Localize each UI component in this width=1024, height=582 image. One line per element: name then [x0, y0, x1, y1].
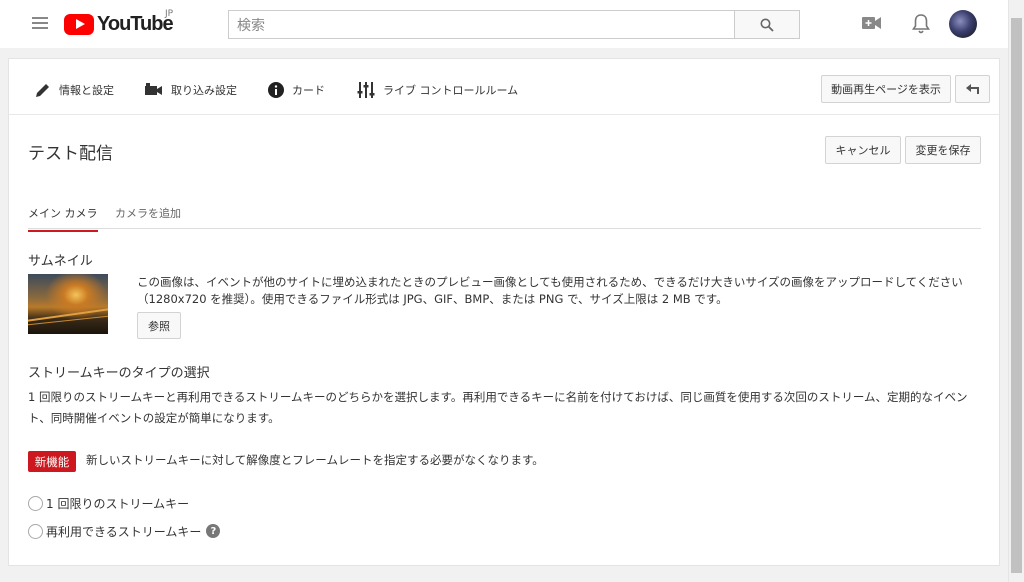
tab-live-control-room-label: ライブ コントロールルーム	[383, 84, 519, 97]
radio-reusable-key-label: 再利用できるストリームキー	[46, 524, 202, 539]
scrollbar[interactable]	[1008, 0, 1024, 582]
tab-ingestion-settings-label: 取り込み設定	[171, 84, 237, 97]
new-feature-text: 新しいストリームキーに対して解像度とフレームレートを指定する必要がなくなります。	[86, 453, 544, 467]
bell-icon[interactable]	[912, 13, 930, 35]
menu-icon[interactable]	[32, 17, 48, 31]
toolbar: 情報と設定 取り込み設定 カード ライブ コントロールルーム 動画再生ページを表…	[9, 59, 999, 115]
avatar[interactable]	[949, 10, 977, 38]
radio-one-time-key[interactable]: 1 回限りのストリームキー	[28, 494, 189, 512]
back-button[interactable]	[955, 75, 990, 103]
scrollbar-thumb[interactable]	[1011, 18, 1022, 573]
logo-region: JP	[165, 9, 174, 19]
tab-add-camera[interactable]: カメラを追加	[115, 205, 181, 230]
search-input[interactable]: 検索	[228, 10, 735, 39]
logo-text: YouTube	[97, 12, 174, 35]
radio-reusable-key[interactable]: 再利用できるストリームキー ?	[28, 522, 221, 540]
youtube-logo[interactable]: YouTube JP	[64, 9, 174, 36]
save-button[interactable]: 変更を保存	[905, 136, 981, 164]
back-arrow-icon	[965, 84, 979, 94]
tab-cards-label: カード	[292, 84, 325, 97]
page-title: テスト配信	[28, 144, 113, 164]
thumbnail-label: サムネイル	[28, 254, 93, 269]
view-watch-page-button[interactable]: 動画再生ページを表示	[821, 75, 951, 103]
main-card: 情報と設定 取り込み設定 カード ライブ コントロールルーム 動画再生ページを表…	[8, 58, 1000, 566]
sliders-icon	[357, 82, 375, 98]
thumbnail-description: この画像は、イベントが他のサイトに埋め込まれたときのプレビュー画像としても使用さ…	[137, 275, 963, 306]
tab-main-camera[interactable]: メイン カメラ	[28, 205, 98, 232]
tab-info-settings-label: 情報と設定	[59, 84, 114, 97]
radio-button[interactable]	[28, 495, 43, 511]
masthead: YouTube JP 検索	[0, 0, 1008, 48]
search-placeholder: 検索	[237, 17, 265, 34]
cancel-button[interactable]: キャンセル	[825, 136, 901, 164]
upload-video-icon[interactable]	[862, 16, 882, 30]
tab-cards[interactable]: カード	[268, 81, 325, 99]
tab-ingestion-settings[interactable]: 取り込み設定	[145, 81, 237, 99]
radio-one-time-key-label: 1 回限りのストリームキー	[46, 496, 190, 511]
search-button[interactable]	[734, 10, 800, 39]
youtube-play-icon	[64, 13, 94, 35]
thumbnail-image	[28, 274, 108, 334]
tab-info-settings[interactable]: 情報と設定	[35, 81, 114, 99]
stream-key-description: 1 回限りのストリームキーと再利用できるストリームキーのどちらかを選択します。再…	[28, 390, 968, 425]
browse-button[interactable]: 参照	[137, 312, 181, 339]
radio-button[interactable]	[28, 523, 43, 539]
tab-live-control-room[interactable]: ライブ コントロールルーム	[357, 81, 518, 99]
new-feature-badge: 新機能	[28, 451, 76, 472]
search-icon	[760, 18, 774, 32]
camera-tabs: メイン カメラ カメラを追加	[28, 202, 981, 232]
video-camera-icon	[145, 83, 162, 95]
help-icon[interactable]: ?	[206, 524, 221, 538]
stream-key-heading: ストリームキーのタイプの選択	[28, 366, 210, 381]
info-icon	[268, 82, 284, 98]
pencil-icon	[36, 84, 49, 97]
